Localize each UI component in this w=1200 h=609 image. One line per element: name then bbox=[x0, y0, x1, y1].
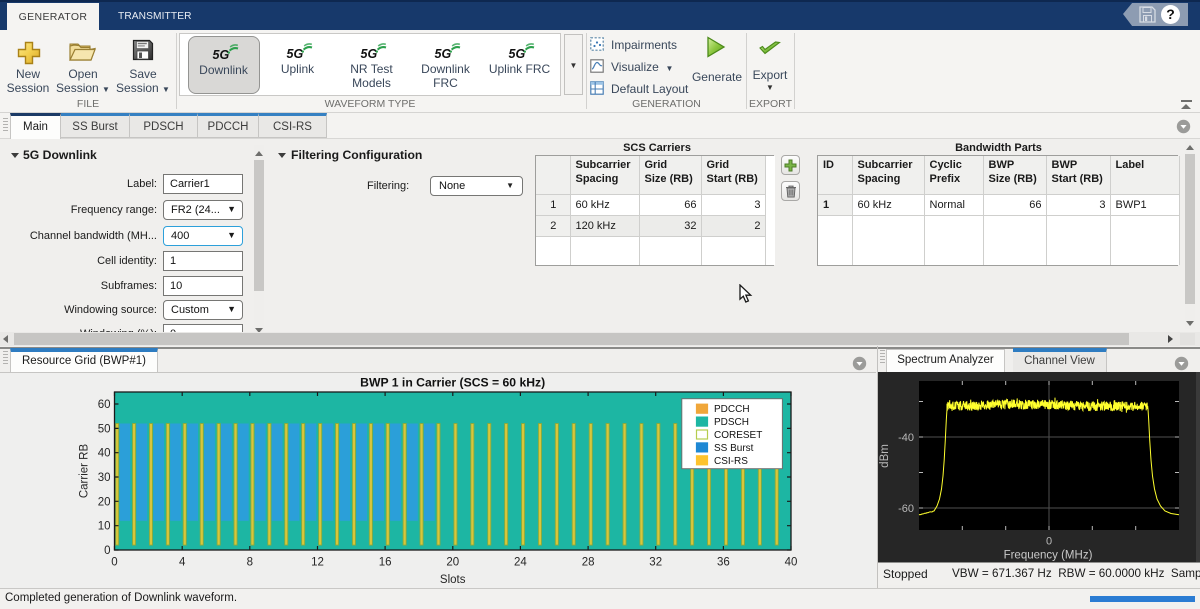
svg-text:10: 10 bbox=[98, 521, 111, 533]
svg-text:Carrier RB: Carrier RB bbox=[79, 444, 91, 499]
svg-text:5G: 5G bbox=[360, 47, 377, 61]
svg-text:PDCCH: PDCCH bbox=[714, 404, 750, 415]
svg-text:16: 16 bbox=[379, 557, 392, 569]
svg-text:5G: 5G bbox=[212, 48, 229, 62]
svg-text:24: 24 bbox=[514, 557, 527, 569]
svg-text:Frequency (MHz): Frequency (MHz) bbox=[1004, 550, 1093, 562]
svg-text:0: 0 bbox=[1046, 536, 1052, 548]
svg-text:5G: 5G bbox=[508, 47, 525, 61]
svg-text:SS Burst: SS Burst bbox=[714, 443, 754, 454]
svg-text:12: 12 bbox=[311, 557, 324, 569]
svg-text:50: 50 bbox=[98, 423, 111, 435]
svg-text:20: 20 bbox=[446, 557, 459, 569]
svg-text:0: 0 bbox=[104, 545, 110, 557]
svg-text:4: 4 bbox=[179, 557, 186, 569]
svg-text:8: 8 bbox=[247, 557, 253, 569]
svg-text:0: 0 bbox=[111, 557, 117, 569]
svg-text:5G: 5G bbox=[434, 47, 451, 61]
svg-text:dBm: dBm bbox=[879, 444, 891, 468]
svg-text:PDSCH: PDSCH bbox=[714, 417, 749, 428]
svg-text:Slots: Slots bbox=[440, 574, 466, 586]
svg-text:CORESET: CORESET bbox=[714, 430, 762, 441]
svg-text:40: 40 bbox=[98, 448, 111, 460]
svg-text:36: 36 bbox=[717, 557, 730, 569]
svg-text:CSI-RS: CSI-RS bbox=[714, 456, 748, 467]
svg-text:BWP 1 in Carrier (SCS = 60 kHz: BWP 1 in Carrier (SCS = 60 kHz) bbox=[360, 376, 545, 390]
svg-text:20: 20 bbox=[98, 496, 111, 508]
svg-text:40: 40 bbox=[785, 557, 798, 569]
svg-text:-60: -60 bbox=[898, 503, 914, 515]
svg-text:60: 60 bbox=[98, 399, 111, 411]
svg-text:28: 28 bbox=[582, 557, 595, 569]
svg-text:30: 30 bbox=[98, 472, 111, 484]
svg-text:5G: 5G bbox=[286, 47, 303, 61]
svg-text:32: 32 bbox=[649, 557, 662, 569]
svg-text:-40: -40 bbox=[898, 432, 914, 444]
